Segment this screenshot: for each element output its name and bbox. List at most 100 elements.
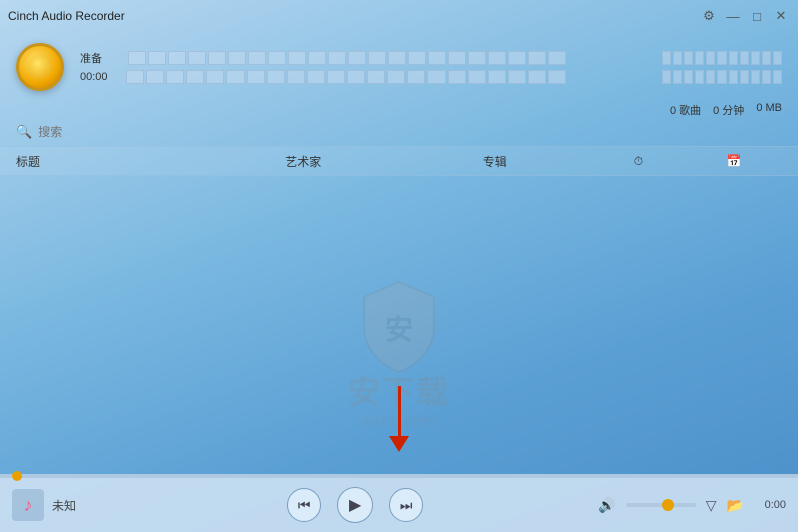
vu-segment bbox=[247, 70, 265, 84]
volume-icon[interactable]: 🔊 bbox=[598, 497, 615, 514]
record-time: 00:00 bbox=[80, 71, 118, 83]
track-name: 未知 bbox=[52, 497, 112, 514]
vu-segment bbox=[706, 70, 715, 84]
vu-segment bbox=[673, 70, 682, 84]
search-icon: 🔍 bbox=[16, 124, 32, 140]
col-date-icon: 📅 bbox=[686, 154, 782, 168]
vu-segment bbox=[673, 51, 682, 65]
vu-segment bbox=[448, 70, 466, 84]
prev-button[interactable]: ⏮ bbox=[287, 488, 321, 522]
vu-segment bbox=[548, 51, 566, 65]
vu-segment bbox=[548, 70, 566, 84]
vu-segment bbox=[368, 51, 386, 65]
vu-segment bbox=[508, 70, 526, 84]
vu-segment bbox=[327, 70, 345, 84]
vu-segment bbox=[528, 70, 546, 84]
vu-segment bbox=[188, 51, 206, 65]
vu-bars-top bbox=[128, 51, 566, 65]
vu-segment bbox=[695, 51, 704, 65]
size-count: 0 MB bbox=[756, 102, 782, 118]
vu-row-top: 准备 bbox=[80, 50, 782, 66]
app-title: Cinch Audio Recorder bbox=[8, 9, 125, 23]
vu-segment bbox=[729, 70, 738, 84]
vu-segment bbox=[488, 51, 506, 65]
vu-segment bbox=[508, 51, 526, 65]
vu-segment bbox=[146, 70, 164, 84]
vu-segment bbox=[248, 51, 266, 65]
col-title: 标题 bbox=[16, 153, 208, 170]
col-time-icon: ⏱ bbox=[591, 154, 687, 169]
settings-button[interactable]: ⚙ bbox=[700, 7, 718, 25]
vu-segment bbox=[287, 70, 305, 84]
vu-segment bbox=[751, 51, 760, 65]
vu-segment bbox=[186, 70, 204, 84]
top-area: 准备 00:00 bbox=[0, 32, 798, 102]
progress-dot bbox=[12, 471, 22, 481]
search-input[interactable] bbox=[38, 125, 193, 139]
arrow-line bbox=[398, 386, 401, 436]
vu-segment bbox=[148, 51, 166, 65]
vu-segment bbox=[706, 51, 715, 65]
vu-segment bbox=[206, 70, 224, 84]
vu-meter-area: 准备 00:00 bbox=[80, 50, 782, 84]
progress-bar[interactable] bbox=[0, 475, 798, 478]
vu-bars-top2 bbox=[662, 51, 782, 65]
vu-segment bbox=[427, 70, 445, 84]
vu-segment bbox=[684, 51, 693, 65]
record-button[interactable] bbox=[16, 43, 64, 91]
vu-segment bbox=[387, 70, 405, 84]
vu-segment bbox=[226, 70, 244, 84]
vu-segment bbox=[208, 51, 226, 65]
folder-icon[interactable]: 📂 bbox=[727, 497, 744, 514]
next-button[interactable]: ⏭ bbox=[389, 488, 423, 522]
vu-segment bbox=[468, 51, 486, 65]
vu-segment bbox=[348, 51, 366, 65]
vu-segment bbox=[740, 51, 749, 65]
player-controls: ♪ 未知 ⏮ ▶ ⏭ 🔊 ▽ 📂 0:00 bbox=[0, 478, 798, 532]
duration-count: 0 分钟 bbox=[713, 102, 744, 118]
vu-segment bbox=[126, 70, 144, 84]
stats-area: 0 歌曲 0 分钟 0 MB bbox=[0, 102, 798, 122]
vu-segment bbox=[528, 51, 546, 65]
vu-segment bbox=[166, 70, 184, 84]
volume-slider[interactable] bbox=[626, 503, 696, 507]
vu-segment bbox=[307, 70, 325, 84]
vu-segment bbox=[267, 70, 285, 84]
vu-segment bbox=[407, 70, 425, 84]
vu-segment bbox=[367, 70, 385, 84]
col-artist: 艺术家 bbox=[208, 153, 400, 170]
arrow-head bbox=[389, 436, 409, 452]
vu-segment bbox=[662, 51, 671, 65]
vu-segment bbox=[662, 70, 671, 84]
vu-segment bbox=[762, 70, 771, 84]
vu-segment bbox=[288, 51, 306, 65]
window-controls: ⚙ — □ ✕ bbox=[700, 7, 790, 25]
songs-count: 0 歌曲 bbox=[670, 102, 701, 118]
close-button[interactable]: ✕ bbox=[772, 7, 790, 25]
arrow-indicator bbox=[389, 386, 409, 452]
maximize-button[interactable]: □ bbox=[748, 7, 766, 25]
search-bar: 🔍 bbox=[0, 122, 798, 146]
record-indicator bbox=[28, 55, 52, 79]
vu-segment bbox=[308, 51, 326, 65]
vu-segment bbox=[228, 51, 246, 65]
vu-segment bbox=[717, 51, 726, 65]
vu-segment bbox=[388, 51, 406, 65]
player-bar: ♪ 未知 ⏮ ▶ ⏭ 🔊 ▽ 📂 0:00 bbox=[0, 474, 798, 532]
vu-row-bottom: 00:00 bbox=[80, 70, 782, 84]
vu-segment bbox=[717, 70, 726, 84]
title-bar: Cinch Audio Recorder ⚙ — □ ✕ bbox=[0, 0, 798, 32]
play-button[interactable]: ▶ bbox=[337, 487, 373, 523]
music-note-icon: ♪ bbox=[24, 495, 33, 516]
status-label: 准备 bbox=[80, 50, 120, 66]
vu-bars-bottom2 bbox=[662, 70, 782, 84]
minimize-button[interactable]: — bbox=[724, 7, 742, 25]
playback-controls: ⏮ ▶ ⏭ bbox=[120, 487, 590, 523]
vu-segment bbox=[268, 51, 286, 65]
vu-segment bbox=[751, 70, 760, 84]
watermark-shield-icon: 安 bbox=[354, 277, 444, 377]
vu-segment bbox=[168, 51, 186, 65]
svg-text:安: 安 bbox=[385, 314, 413, 345]
volume-knob bbox=[662, 499, 674, 511]
filter-icon[interactable]: ▽ bbox=[706, 497, 717, 514]
